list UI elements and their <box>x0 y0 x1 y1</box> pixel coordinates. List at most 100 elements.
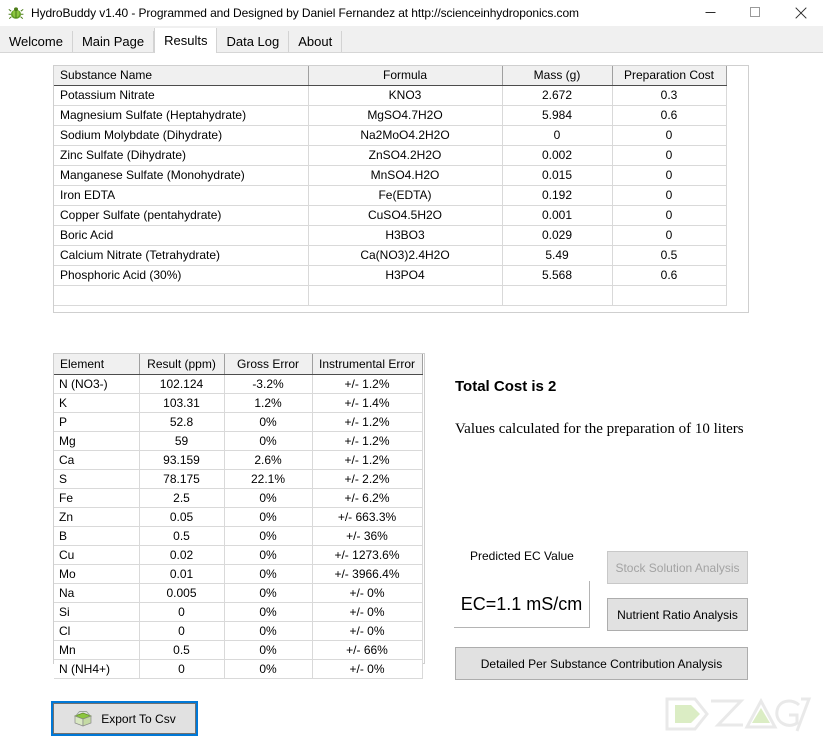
table-cell[interactable]: 0.5 <box>139 526 225 546</box>
table-cell[interactable]: K <box>54 393 140 413</box>
table-cell[interactable]: MnSO4.H2O <box>308 165 503 186</box>
table-cell[interactable]: Copper Sulfate (pentahydrate) <box>54 205 309 226</box>
table-row[interactable] <box>54 285 727 306</box>
table-cell[interactable]: +/- 1.2% <box>312 450 423 470</box>
table-cell[interactable]: Fe <box>54 488 140 508</box>
table-cell[interactable]: 0% <box>224 602 313 622</box>
table-cell[interactable]: 0% <box>224 488 313 508</box>
table-cell[interactable]: 0 <box>612 125 727 146</box>
tab-about[interactable]: About <box>289 31 343 52</box>
table-row[interactable]: Magnesium Sulfate (Heptahydrate) MgSO4.7H… <box>54 105 727 126</box>
table-cell[interactable]: 0.002 <box>502 145 613 166</box>
table-cell[interactable]: Sodium Molybdate (Dihydrate) <box>54 125 309 146</box>
col-instrumental-error[interactable]: Instrumental Error <box>312 354 423 375</box>
table-cell[interactable]: 0% <box>224 431 313 451</box>
table-cell[interactable]: 102.124 <box>139 374 225 394</box>
table-cell[interactable]: 5.568 <box>502 265 613 286</box>
table-row[interactable]: Mo 0.01 0% +/- 3966.4% <box>54 564 423 584</box>
table-cell[interactable]: 0.015 <box>502 165 613 186</box>
table-cell[interactable]: Calcium Nitrate (Tetrahydrate) <box>54 245 309 266</box>
table-cell[interactable]: 0% <box>224 526 313 546</box>
table-cell[interactable]: 0% <box>224 412 313 432</box>
tab-results[interactable]: Results <box>154 28 218 53</box>
table-row[interactable]: K 103.31 1.2% +/- 1.4% <box>54 393 423 413</box>
table-cell[interactable]: Cu <box>54 545 140 565</box>
close-button[interactable] <box>778 0 823 25</box>
table-cell[interactable]: MgSO4.7H2O <box>308 105 503 126</box>
table-cell[interactable]: 59 <box>139 431 225 451</box>
table-cell[interactable]: 0 <box>139 602 225 622</box>
table-cell[interactable]: +/- 0% <box>312 659 423 679</box>
table-row[interactable]: Zinc Sulfate (Dihydrate) ZnSO4.2H2O 0.002 0 <box>54 145 727 166</box>
substance-grid-panel[interactable]: Substance Name Formula Mass (g) Preparat… <box>53 65 749 313</box>
tab-main-page[interactable]: Main Page <box>72 31 155 52</box>
table-cell[interactable]: +/- 6.2% <box>312 488 423 508</box>
table-cell[interactable]: +/- 663.3% <box>312 507 423 527</box>
table-cell[interactable]: +/- 3966.4% <box>312 564 423 584</box>
table-cell[interactable]: 2.672 <box>502 85 613 106</box>
table-cell[interactable]: -3.2% <box>224 374 313 394</box>
table-cell[interactable]: 0% <box>224 659 313 679</box>
table-cell[interactable] <box>54 285 309 306</box>
table-cell[interactable]: 0.6 <box>612 105 727 126</box>
table-row[interactable]: Sodium Molybdate (Dihydrate) Na2MoO4.2H2O… <box>54 125 727 146</box>
nutrient-ratio-analysis-button[interactable]: Nutrient Ratio Analysis <box>607 598 748 631</box>
table-cell[interactable]: +/- 66% <box>312 640 423 660</box>
table-cell[interactable]: Na2MoO4.2H2O <box>308 125 503 146</box>
tab-data-log[interactable]: Data Log <box>217 31 290 52</box>
table-row[interactable]: Manganese Sulfate (Monohydrate) MnSO4.H2O… <box>54 165 727 186</box>
maximize-button[interactable] <box>733 0 778 25</box>
table-cell[interactable]: +/- 0% <box>312 602 423 622</box>
table-cell[interactable]: S <box>54 469 140 489</box>
table-cell[interactable]: Ca <box>54 450 140 470</box>
table-row[interactable]: Na 0.005 0% +/- 0% <box>54 583 423 603</box>
table-row[interactable]: Cl 0 0% +/- 0% <box>54 621 423 641</box>
table-cell[interactable]: 0 <box>612 145 727 166</box>
table-cell[interactable]: Magnesium Sulfate (Heptahydrate) <box>54 105 309 126</box>
table-cell[interactable]: 0.192 <box>502 185 613 206</box>
table-row[interactable]: B 0.5 0% +/- 36% <box>54 526 423 546</box>
table-cell[interactable]: 0.029 <box>502 225 613 246</box>
table-cell[interactable]: 0.5 <box>139 640 225 660</box>
table-cell[interactable]: 0.001 <box>502 205 613 226</box>
table-cell[interactable]: +/- 36% <box>312 526 423 546</box>
table-cell[interactable]: Na <box>54 583 140 603</box>
table-cell[interactable]: 0 <box>139 621 225 641</box>
table-cell[interactable]: ZnSO4.2H2O <box>308 145 503 166</box>
table-cell[interactable]: 0% <box>224 583 313 603</box>
table-row[interactable]: Copper Sulfate (pentahydrate) CuSO4.5H2O 0… <box>54 205 727 226</box>
table-cell[interactable]: +/- 0% <box>312 583 423 603</box>
table-cell[interactable]: Mn <box>54 640 140 660</box>
table-row[interactable]: Boric Acid H3BO3 0.029 0 <box>54 225 727 246</box>
table-cell[interactable]: 0% <box>224 621 313 641</box>
table-cell[interactable]: Cl <box>54 621 140 641</box>
table-cell[interactable]: +/- 2.2% <box>312 469 423 489</box>
table-row[interactable]: N (NO3-) 102.124 -3.2% +/- 1.2% <box>54 374 423 394</box>
table-cell[interactable]: 0% <box>224 564 313 584</box>
table-cell[interactable]: Potassium Nitrate <box>54 85 309 106</box>
table-cell[interactable]: H3BO3 <box>308 225 503 246</box>
table-row[interactable]: Mn 0.5 0% +/- 66% <box>54 640 423 660</box>
table-cell[interactable]: Iron EDTA <box>54 185 309 206</box>
tab-welcome[interactable]: Welcome <box>0 31 73 52</box>
table-row[interactable]: Potassium Nitrate KNO3 2.672 0.3 <box>54 85 727 106</box>
table-cell[interactable]: 0 <box>612 165 727 186</box>
table-cell[interactable]: Mo <box>54 564 140 584</box>
table-cell[interactable]: Si <box>54 602 140 622</box>
table-cell[interactable]: KNO3 <box>308 85 503 106</box>
table-cell[interactable]: 0.6 <box>612 265 727 286</box>
table-cell[interactable]: 0.05 <box>139 507 225 527</box>
table-cell[interactable]: H3PO4 <box>308 265 503 286</box>
table-cell[interactable]: 0.3 <box>612 85 727 106</box>
table-cell[interactable]: 0.01 <box>139 564 225 584</box>
col-gross-error[interactable]: Gross Error <box>224 354 313 375</box>
table-row[interactable]: Calcium Nitrate (Tetrahydrate) Ca(NO3)2.4… <box>54 245 727 266</box>
table-row[interactable]: Si 0 0% +/- 0% <box>54 602 423 622</box>
table-cell[interactable]: 0 <box>612 205 727 226</box>
table-cell[interactable]: N (NO3-) <box>54 374 140 394</box>
table-row[interactable]: N (NH4+) 0 0% +/- 0% <box>54 659 423 679</box>
minimize-button[interactable] <box>688 0 733 25</box>
table-cell[interactable]: Fe(EDTA) <box>308 185 503 206</box>
table-cell[interactable]: 0.005 <box>139 583 225 603</box>
table-cell[interactable]: 2.5 <box>139 488 225 508</box>
